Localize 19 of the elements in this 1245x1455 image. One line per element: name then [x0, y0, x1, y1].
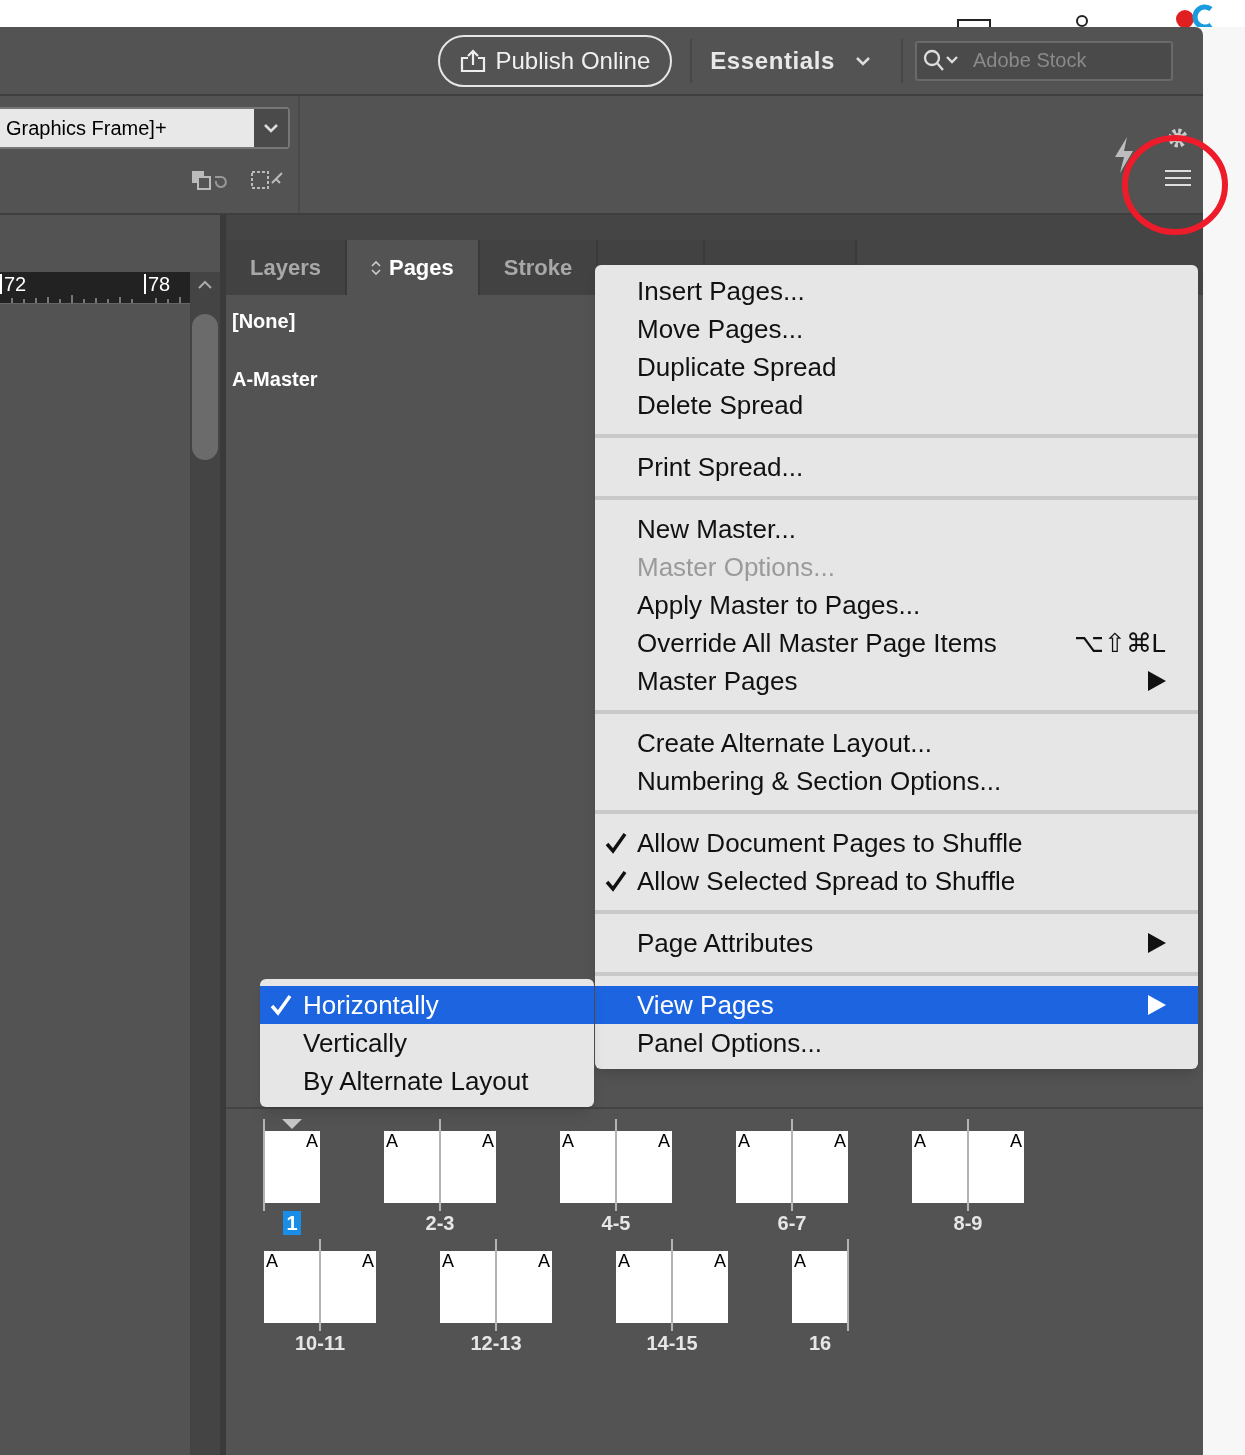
- master-prefix: A: [714, 1252, 726, 1270]
- master-prefix: A: [306, 1132, 318, 1150]
- master-prefix: A: [362, 1252, 374, 1270]
- master-prefix: A: [562, 1132, 574, 1150]
- ruler-number: 78: [144, 274, 171, 294]
- master-prefix: A: [834, 1132, 846, 1150]
- master-prefix: A: [794, 1252, 806, 1270]
- master-prefix: A: [538, 1252, 550, 1270]
- master-prefix: A: [914, 1132, 926, 1150]
- master-prefix: A: [1010, 1132, 1022, 1150]
- master-prefix: A: [658, 1132, 670, 1150]
- master-prefix: A: [386, 1132, 398, 1150]
- master-prefix: A: [482, 1132, 494, 1150]
- master-prefix: A: [618, 1252, 630, 1270]
- master-prefix: A: [266, 1252, 278, 1270]
- ruler-number: 72: [0, 274, 27, 294]
- shortcut-label: ⌥⇧⌘L: [1073, 626, 1166, 660]
- master-prefix: A: [738, 1132, 750, 1150]
- master-prefix: A: [442, 1252, 454, 1270]
